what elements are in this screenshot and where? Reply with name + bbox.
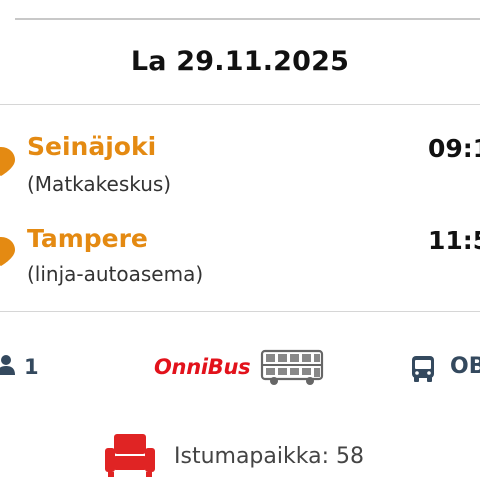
location-pin-icon <box>0 237 15 266</box>
arrival-city: Tampere <box>27 224 148 253</box>
seat-number: Istumapaikka: 58 <box>174 444 364 469</box>
arrival-time: 11:5 <box>428 226 480 255</box>
passenger-icon <box>0 355 15 375</box>
arrival-station: (linja-autoasema) <box>27 262 204 286</box>
departure-station: (Matkakeskus) <box>27 172 172 196</box>
divider <box>0 104 480 105</box>
top-divider <box>15 18 480 20</box>
seat-icon <box>105 434 155 477</box>
bus-icon <box>412 356 434 382</box>
trip-date: La 29.11.2025 <box>130 46 350 77</box>
line-code: OB <box>450 354 480 379</box>
departure-city: Seinäjoki <box>27 132 157 161</box>
divider <box>0 311 480 312</box>
location-pin-icon <box>0 147 15 176</box>
operator-logo: OnniBus <box>154 355 251 379</box>
passenger-count: 1 <box>24 355 39 379</box>
double-decker-bus-icon <box>260 349 324 385</box>
departure-time: 09:1 <box>428 134 480 163</box>
